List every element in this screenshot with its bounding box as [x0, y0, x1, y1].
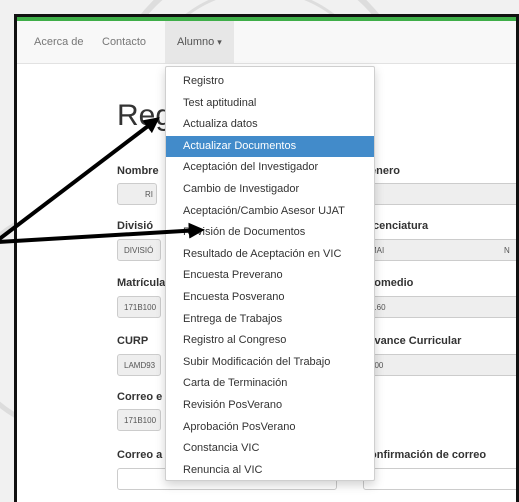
licenciatura-value-end: N: [504, 246, 510, 255]
nombre-field[interactable]: RI: [117, 183, 157, 205]
dropdown-list: Registro Test aptitudinal Actualiza datos A…: [166, 67, 374, 481]
avance-field[interactable]: 100: [363, 354, 519, 376]
nav-alumno-label: Alumno: [177, 36, 215, 48]
correo-alterno-label: Correo a: [117, 449, 163, 461]
nav-alumno-dropdown[interactable]: Alumno ▾: [165, 21, 234, 63]
menu-item-actualizar-documentos[interactable]: Actualizar Documentos: [166, 135, 374, 158]
menu-item-carta-de-terminacion[interactable]: Carta de Terminación: [166, 373, 374, 395]
genero-field[interactable]: F: [363, 183, 519, 205]
menu-item-aceptacion-del-investigador[interactable]: Aceptación del Investigador: [166, 157, 374, 179]
menu-item-renuncia-al-vic[interactable]: Renuncia al VIC: [166, 460, 374, 482]
licenciatura-label: icenciatura: [370, 220, 429, 232]
nombre-label: Nombre: [117, 165, 159, 177]
navbar: Acerca de Contacto Alumno ▾: [17, 21, 519, 64]
nav-contacto[interactable]: Contacto: [92, 21, 156, 63]
nav-acerca-de[interactable]: Acerca de: [24, 21, 94, 63]
division-field[interactable]: DIVISIÓ: [117, 239, 161, 261]
confirmacion-correo-input[interactable]: [363, 468, 519, 490]
correo-field[interactable]: 171B100: [117, 409, 161, 431]
menu-item-test-aptitudinal[interactable]: Test aptitudinal: [166, 93, 374, 115]
menu-item-actualiza-datos[interactable]: Actualiza datos: [166, 114, 374, 136]
menu-item-aceptacion-cambio-asesor-ujat[interactable]: Aceptación/Cambio Asesor UJAT: [166, 201, 374, 223]
menu-item-revision-posverano[interactable]: Revisión PosVerano: [166, 395, 374, 417]
browser-viewport: Acerca de Contacto Alumno ▾ Reg Nombre RI…: [14, 14, 519, 502]
page-title: Reg: [117, 99, 173, 132]
avance-label: Avance Curricular: [367, 335, 461, 347]
screenshot-frame: Acerca de Contacto Alumno ▾ Reg Nombre RI…: [0, 0, 519, 502]
menu-item-subir-modificacion-del-trabajo[interactable]: Subir Modificación del Trabajo: [166, 352, 374, 374]
menu-item-resultado-de-aceptacion-en-vic[interactable]: Resultado de Aceptación en VIC: [166, 244, 374, 266]
menu-item-encuesta-posverano[interactable]: Encuesta Posverano: [166, 287, 374, 309]
menu-item-entrega-de-trabajos[interactable]: Entrega de Trabajos: [166, 309, 374, 331]
menu-item-encuesta-preverano[interactable]: Encuesta Preverano: [166, 265, 374, 287]
menu-item-constancia-vic[interactable]: Constancia VIC: [166, 438, 374, 460]
menu-item-revision-de-documentos[interactable]: Revisión de Documentos: [166, 222, 374, 244]
menu-item-registro[interactable]: Registro: [166, 71, 374, 93]
promedio-label: romedio: [370, 277, 414, 289]
curp-label: CURP: [117, 335, 149, 347]
menu-item-cambio-de-investigador[interactable]: Cambio de Investigador: [166, 179, 374, 201]
alumno-dropdown-menu: Registro Test aptitudinal Actualiza datos A…: [165, 66, 375, 481]
curp-field[interactable]: LAMD93: [117, 354, 161, 376]
promedio-field[interactable]: 9.60: [363, 296, 519, 318]
menu-item-registro-al-congreso[interactable]: Registro al Congreso: [166, 330, 374, 352]
division-label: Divisió: [117, 220, 154, 232]
matricula-field[interactable]: 171B100: [117, 296, 161, 318]
avance-label-text: Avance Curricular: [367, 335, 462, 347]
licenciatura-field[interactable]: MAI N: [363, 239, 519, 261]
chevron-down-icon: ▾: [217, 37, 222, 47]
matricula-label: Matrícula: [117, 277, 166, 289]
menu-item-aprobacion-posverano[interactable]: Aprobación PosVerano: [166, 417, 374, 439]
confirmacion-correo-label: onfirmación de correo: [370, 449, 487, 461]
correo-label: Correo e: [117, 391, 163, 403]
